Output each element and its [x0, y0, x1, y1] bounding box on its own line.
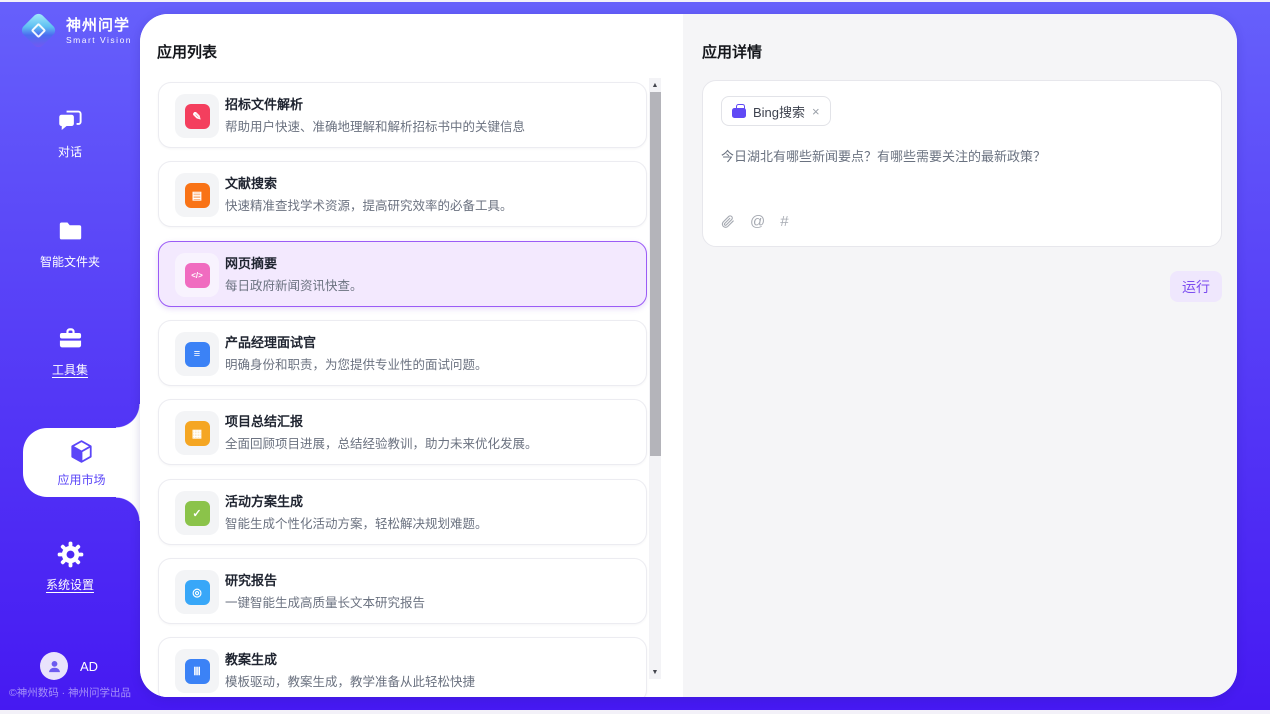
calendar-report-icon: ▦ — [185, 421, 210, 446]
prompt-input[interactable]: 今日湖北有哪些新闻要点？有哪些需要关注的最新政策？ — [721, 147, 1203, 166]
user-name: AD — [80, 659, 98, 674]
mention-icon[interactable]: @ — [750, 213, 765, 230]
brand-diamond-icon — [20, 12, 58, 50]
app-card[interactable]: ▦ 项目总结汇报全面回顾项目进展，总结经验教训，助力未来优化发展。 — [158, 399, 647, 465]
book-icon: ▤ — [185, 183, 210, 208]
sidebar-item-label: 智能文件夹 — [40, 253, 100, 270]
sidebar-item-toolset[interactable]: 工具集 — [0, 326, 140, 378]
sidebar-item-chat[interactable]: 对话 — [0, 108, 140, 160]
prompt-toolbar: @ # — [720, 213, 789, 230]
app-card-description: 帮助用户快速、准确地理解和解析招标书中的关键信息 — [225, 116, 525, 135]
avatar[interactable] — [40, 652, 68, 680]
app-card-name: 文献搜索 — [225, 173, 277, 192]
app-card-description: 一键智能生成高质量长文本研究报告 — [225, 592, 425, 611]
app-icon-box: ✓ — [175, 491, 219, 535]
app-card-name: 项目总结汇报 — [225, 411, 303, 430]
browser-code-icon: </> — [185, 263, 210, 288]
briefcase-icon — [732, 108, 746, 118]
app-icon-box: Ⅲ — [175, 649, 219, 693]
gear-icon — [57, 541, 84, 568]
sidebar: 神州问学 Smart Vision 对话智能文件夹工具集应用市场系统设置 AD … — [0, 2, 140, 710]
run-button[interactable]: 运行 — [1170, 271, 1222, 302]
app-card-name: 招标文件解析 — [225, 94, 303, 113]
interviewer-icon: ≡ — [185, 342, 210, 367]
attachment-icon[interactable] — [720, 213, 735, 230]
books-icon: Ⅲ — [185, 659, 210, 684]
app-frame: 神州问学 Smart Vision 对话智能文件夹工具集应用市场系统设置 AD … — [0, 2, 1270, 710]
scroll-down-button[interactable]: ▼ — [649, 665, 661, 679]
sidebar-item-smart-folders[interactable]: 智能文件夹 — [0, 218, 140, 270]
app-card-name: 教案生成 — [225, 649, 277, 668]
app-card-name: 研究报告 — [225, 570, 277, 589]
brand-subtitle: Smart Vision — [66, 35, 132, 45]
prompt-card: Bing搜索 × 今日湖北有哪些新闻要点？有哪些需要关注的最新政策？ @ # — [702, 80, 1222, 247]
app-icon-box: ≡ — [175, 332, 219, 376]
app-card-description: 快速精准查找学术资源，提高研究效率的必备工具。 — [225, 195, 513, 214]
app-card-name: 网页摘要 — [225, 253, 277, 272]
app-card[interactable]: ✎ 招标文件解析帮助用户快速、准确地理解和解析招标书中的关键信息 — [158, 82, 647, 148]
app-card[interactable]: ≡ 产品经理面试官明确身份和职责，为您提供专业性的面试问题。 — [158, 320, 647, 386]
app-card-description: 每日政府新闻资讯快查。 — [225, 275, 363, 294]
tool-chip-bing-search[interactable]: Bing搜索 × — [721, 96, 831, 126]
app-detail-title: 应用详情 — [702, 41, 762, 62]
app-card-description: 全面回顾项目进展，总结经验教训，助力未来优化发展。 — [225, 433, 538, 452]
research-icon: ◎ — [185, 580, 210, 605]
brand-logo: 神州问学 Smart Vision — [20, 12, 132, 50]
app-card[interactable]: ◎ 研究报告一键智能生成高质量长文本研究报告 — [158, 558, 647, 624]
app-card[interactable]: </> 网页摘要每日政府新闻资讯快查。 — [158, 241, 647, 307]
tab-flare-top — [116, 404, 140, 428]
chip-close-icon[interactable]: × — [812, 105, 820, 118]
hashtag-icon[interactable]: # — [780, 213, 788, 230]
chat-icon — [57, 108, 84, 135]
app-icon-box: ◎ — [175, 570, 219, 614]
clipboard-check-icon: ✓ — [185, 501, 210, 526]
sidebar-item-system-settings[interactable]: 系统设置 — [0, 541, 140, 593]
sidebar-item-label: 工具集 — [52, 361, 88, 378]
app-list-panel: 应用列表 ✎ 招标文件解析帮助用户快速、准确地理解和解析招标书中的关键信息 ▤ 文献搜… — [140, 14, 683, 697]
toolbox-icon — [57, 326, 84, 353]
app-card[interactable]: ▤ 文献搜索快速精准查找学术资源，提高研究效率的必备工具。 — [158, 161, 647, 227]
scroll-thumb[interactable] — [650, 92, 661, 456]
user-row[interactable]: AD — [40, 652, 98, 680]
app-card[interactable]: ✓ 活动方案生成智能生成个性化活动方案，轻松解决规划难题。 — [158, 479, 647, 545]
sidebar-item-label: 对话 — [58, 143, 82, 160]
app-card[interactable]: Ⅲ 教案生成模板驱动，教案生成，教学准备从此轻松快捷 — [158, 637, 647, 697]
tool-chip-label: Bing搜索 — [753, 102, 805, 121]
sidebar-item-label: 应用市场 — [57, 471, 105, 488]
content-card: 应用列表 ✎ 招标文件解析帮助用户快速、准确地理解和解析招标书中的关键信息 ▤ 文献搜… — [140, 14, 1237, 697]
tab-flare-bottom — [116, 497, 140, 521]
app-card-description: 智能生成个性化活动方案，轻松解决规划难题。 — [225, 513, 488, 532]
brand-title: 神州问学 — [66, 17, 132, 35]
app-card-description: 明确身份和职责，为您提供专业性的面试问题。 — [225, 354, 488, 373]
sidebar-footer: ©神州数码 · 神州问学出品 — [0, 685, 140, 700]
app-icon-box: ▦ — [175, 411, 219, 455]
app-list-title: 应用列表 — [157, 41, 217, 62]
app-card-description: 模板驱动，教案生成，教学准备从此轻松快捷 — [225, 671, 475, 690]
app-card-name: 产品经理面试官 — [225, 332, 316, 351]
app-card-name: 活动方案生成 — [225, 491, 303, 510]
scrollbar[interactable]: ▲ ▼ — [649, 78, 661, 679]
app-detail-panel: 应用详情 Bing搜索 × 今日湖北有哪些新闻要点？有哪些需要关注的最新政策？ … — [683, 14, 1237, 697]
app-icon-box: </> — [175, 253, 219, 297]
cube-icon — [68, 438, 95, 465]
sidebar-item-label: 系统设置 — [46, 576, 94, 593]
sidebar-item-app-market[interactable]: 应用市场 — [23, 428, 140, 497]
document-edit-icon: ✎ — [185, 104, 210, 129]
person-icon — [46, 658, 63, 675]
folder-icon — [57, 218, 84, 245]
scroll-up-button[interactable]: ▲ — [649, 78, 661, 92]
app-icon-box: ▤ — [175, 173, 219, 217]
app-icon-box: ✎ — [175, 94, 219, 138]
